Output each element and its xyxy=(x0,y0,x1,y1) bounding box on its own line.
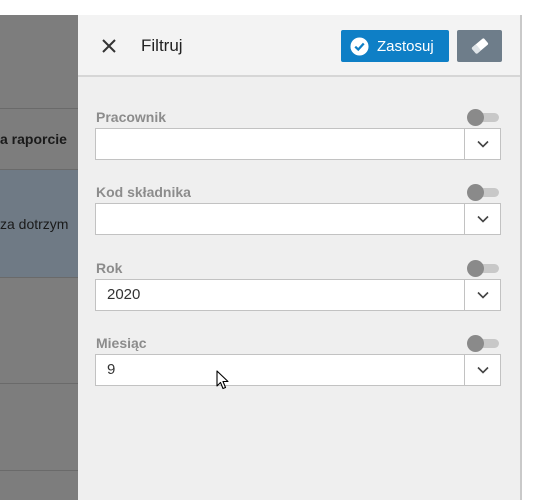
rok-select[interactable]: 2020 xyxy=(95,279,501,311)
check-circle-icon xyxy=(350,36,369,56)
field-toggle[interactable] xyxy=(467,184,501,201)
miesiac-select[interactable]: 9 xyxy=(95,354,501,386)
select-value xyxy=(96,204,464,234)
apply-button[interactable]: Zastosuj xyxy=(341,30,449,62)
field-toggle[interactable] xyxy=(467,109,501,126)
dropdown-toggle[interactable] xyxy=(464,204,500,234)
chevron-down-icon xyxy=(476,366,489,374)
select-value: 2020 xyxy=(107,286,141,303)
chevron-down-icon xyxy=(476,140,489,148)
dropdown-toggle[interactable] xyxy=(464,355,500,385)
panel-title: Filtruj xyxy=(141,36,183,55)
chevron-down-icon xyxy=(476,291,489,299)
table-cell: za dotrzym xyxy=(0,216,69,232)
close-button[interactable] xyxy=(100,37,118,55)
field-label: Pracownik xyxy=(96,109,167,125)
table-divider xyxy=(0,277,78,278)
apply-button-label: Zastosuj xyxy=(377,37,434,55)
clear-filters-button[interactable] xyxy=(457,30,502,62)
select-value: 9 xyxy=(107,361,116,378)
mouse-cursor-icon xyxy=(216,370,229,390)
dropdown-toggle[interactable] xyxy=(464,280,500,310)
kod-skladnika-select[interactable] xyxy=(95,203,501,235)
dropdown-toggle[interactable] xyxy=(464,129,500,159)
field-toggle[interactable] xyxy=(467,260,501,277)
eraser-icon xyxy=(471,38,488,54)
table-divider xyxy=(0,470,78,471)
panel-header: Filtruj Zastosuj xyxy=(78,15,520,77)
pracownik-select[interactable] xyxy=(95,128,501,160)
field-label: Kod składnika xyxy=(96,184,191,200)
column-header: a raporcie xyxy=(0,131,67,147)
field-label: Miesiąc xyxy=(96,335,147,351)
table-divider xyxy=(0,383,78,384)
table-divider xyxy=(0,108,78,109)
close-icon xyxy=(102,39,116,53)
field-label: Rok xyxy=(96,260,123,276)
field-toggle[interactable] xyxy=(467,335,501,352)
select-value xyxy=(96,129,464,159)
scrollbar-area xyxy=(520,15,536,500)
filter-panel: Filtruj Zastosuj Pracownik Kod składnika… xyxy=(78,15,520,500)
chevron-down-icon xyxy=(476,215,489,223)
